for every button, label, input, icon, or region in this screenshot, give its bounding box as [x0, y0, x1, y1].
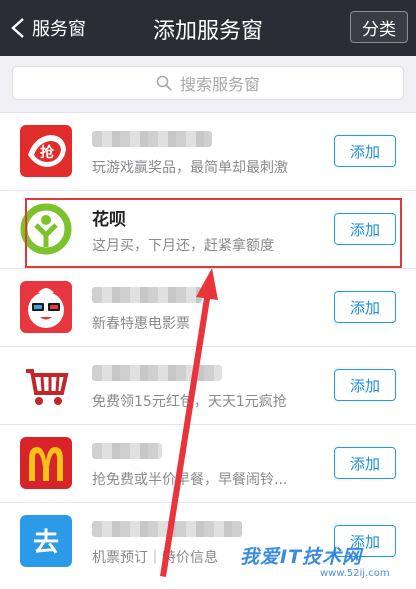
blurred-name	[92, 365, 222, 381]
svg-text:抢: 抢	[40, 144, 55, 161]
item-description: 这月买，下月还，赶紧拿额度	[92, 238, 274, 254]
blurred-name	[92, 131, 212, 147]
watermark-text: 我爱IT技术网	[240, 546, 363, 568]
add-button[interactable]: 添加	[334, 135, 396, 167]
back-button[interactable]: 服务窗	[10, 13, 86, 43]
red-envelope-logo-icon: 抢	[20, 125, 72, 177]
list-item: 免费领15元红包，天天1元疯抢 添加	[0, 347, 416, 425]
add-button[interactable]: 添加	[334, 213, 396, 245]
item-description: 玩游戏赢奖品，最简单却最刺激	[92, 160, 288, 176]
item-description: 免费领15元红包，天天1元疯抢	[92, 394, 287, 410]
search-area: 搜索服务窗	[0, 56, 416, 112]
chevron-left-icon	[11, 18, 24, 38]
travel-logo-icon: 去	[20, 515, 72, 567]
service-window-list: 抢 玩游戏赢奖品，最简单却最刺激 添加 花呗 这月买，下月还，赶紧拿额度 添加	[0, 112, 416, 589]
item-description: 机票预订｜特价信息	[92, 550, 218, 566]
svg-text:去: 去	[33, 528, 59, 558]
add-button[interactable]: 添加	[334, 369, 396, 401]
list-item: 新春特惠电影票 添加	[0, 269, 416, 347]
list-item: 花呗 这月买，下月还，赶紧拿额度 添加	[0, 191, 416, 269]
movie-mascot-logo-icon	[20, 281, 72, 333]
blurred-name	[92, 443, 162, 459]
list-item: 抢免费或半价早餐，早餐闹铃... 添加	[0, 425, 416, 503]
back-button-label: 服务窗	[32, 19, 86, 40]
add-button[interactable]: 添加	[334, 447, 396, 479]
watermark-url: www.52ij.com	[320, 568, 390, 579]
search-placeholder: 搜索服务窗	[179, 75, 260, 94]
item-description: 新春特惠电影票	[92, 316, 190, 332]
blurred-name	[92, 287, 202, 303]
shopping-cart-logo-icon	[20, 359, 72, 411]
blurred-name	[92, 521, 242, 537]
item-name: 花呗	[92, 210, 126, 230]
huabei-logo-icon	[20, 203, 72, 255]
mcdonalds-logo-icon	[20, 437, 72, 489]
search-icon	[156, 75, 172, 91]
search-input[interactable]: 搜索服务窗	[12, 66, 404, 100]
list-item: 抢 玩游戏赢奖品，最简单却最刺激 添加	[0, 113, 416, 191]
category-button[interactable]: 分类	[350, 11, 408, 43]
top-navigation-bar: 服务窗 添加服务窗 分类	[0, 0, 416, 56]
item-description: 抢免费或半价早餐，早餐闹铃...	[92, 472, 288, 488]
add-button[interactable]: 添加	[334, 291, 396, 323]
